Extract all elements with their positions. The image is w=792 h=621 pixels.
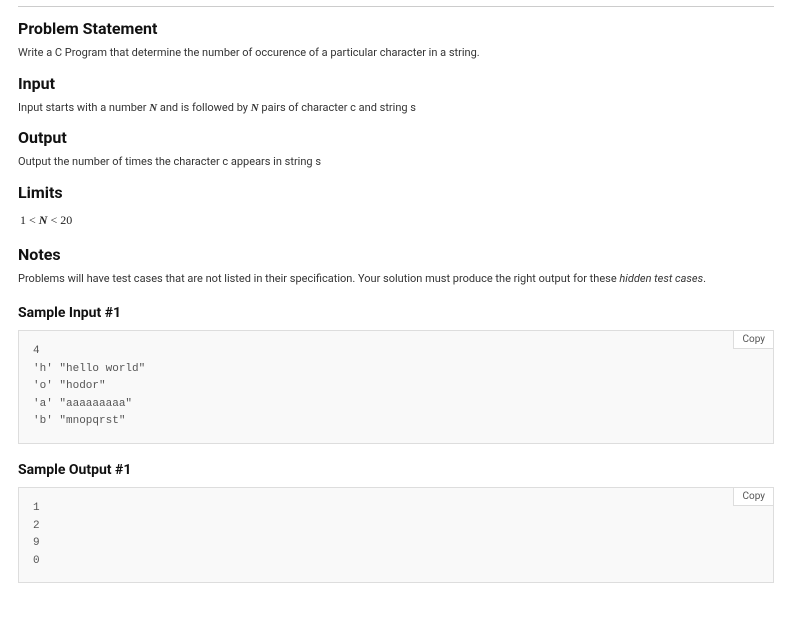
heading-output: Output: [18, 126, 774, 150]
text-notes: Problems will have test cases that are n…: [18, 271, 774, 288]
limits-post: < 20: [47, 213, 72, 227]
heading-sample-input-1: Sample Input #1: [18, 303, 774, 324]
math-n-1: N: [149, 102, 157, 114]
copy-button[interactable]: Copy: [733, 487, 774, 506]
heading-problem-statement: Problem Statement: [18, 17, 774, 41]
sample-input-1-block: Copy 4 'h' "hello world" 'o' "hodor" 'a'…: [18, 330, 774, 444]
notes-pre: Problems will have test cases that are n…: [18, 272, 619, 285]
limits-pre: 1 <: [20, 213, 39, 227]
notes-post: .: [703, 272, 706, 285]
heading-limits: Limits: [18, 181, 774, 205]
heading-notes: Notes: [18, 243, 774, 267]
sample-input-1-code: 4 'h' "hello world" 'o' "hodor" 'a' "aaa…: [18, 330, 774, 444]
limits-expression: 1 < N < 20: [18, 209, 774, 233]
text-input-post: pairs of character c and string s: [259, 101, 416, 114]
sample-output-1-code: 1 2 9 0: [18, 487, 774, 583]
heading-input: Input: [18, 72, 774, 96]
heading-sample-output-1: Sample Output #1: [18, 460, 774, 481]
top-divider: [18, 6, 774, 7]
copy-button[interactable]: Copy: [733, 330, 774, 349]
notes-italic: hidden test cases: [619, 272, 703, 285]
text-input: Input starts with a number N and is foll…: [18, 100, 774, 117]
text-input-mid: and is followed by: [157, 101, 251, 114]
math-n-2: N: [251, 102, 259, 114]
text-output: Output the number of times the character…: [18, 154, 774, 171]
sample-output-1-block: Copy 1 2 9 0: [18, 487, 774, 583]
text-input-pre: Input starts with a number: [18, 101, 149, 114]
text-problem-statement: Write a C Program that determine the num…: [18, 45, 774, 62]
